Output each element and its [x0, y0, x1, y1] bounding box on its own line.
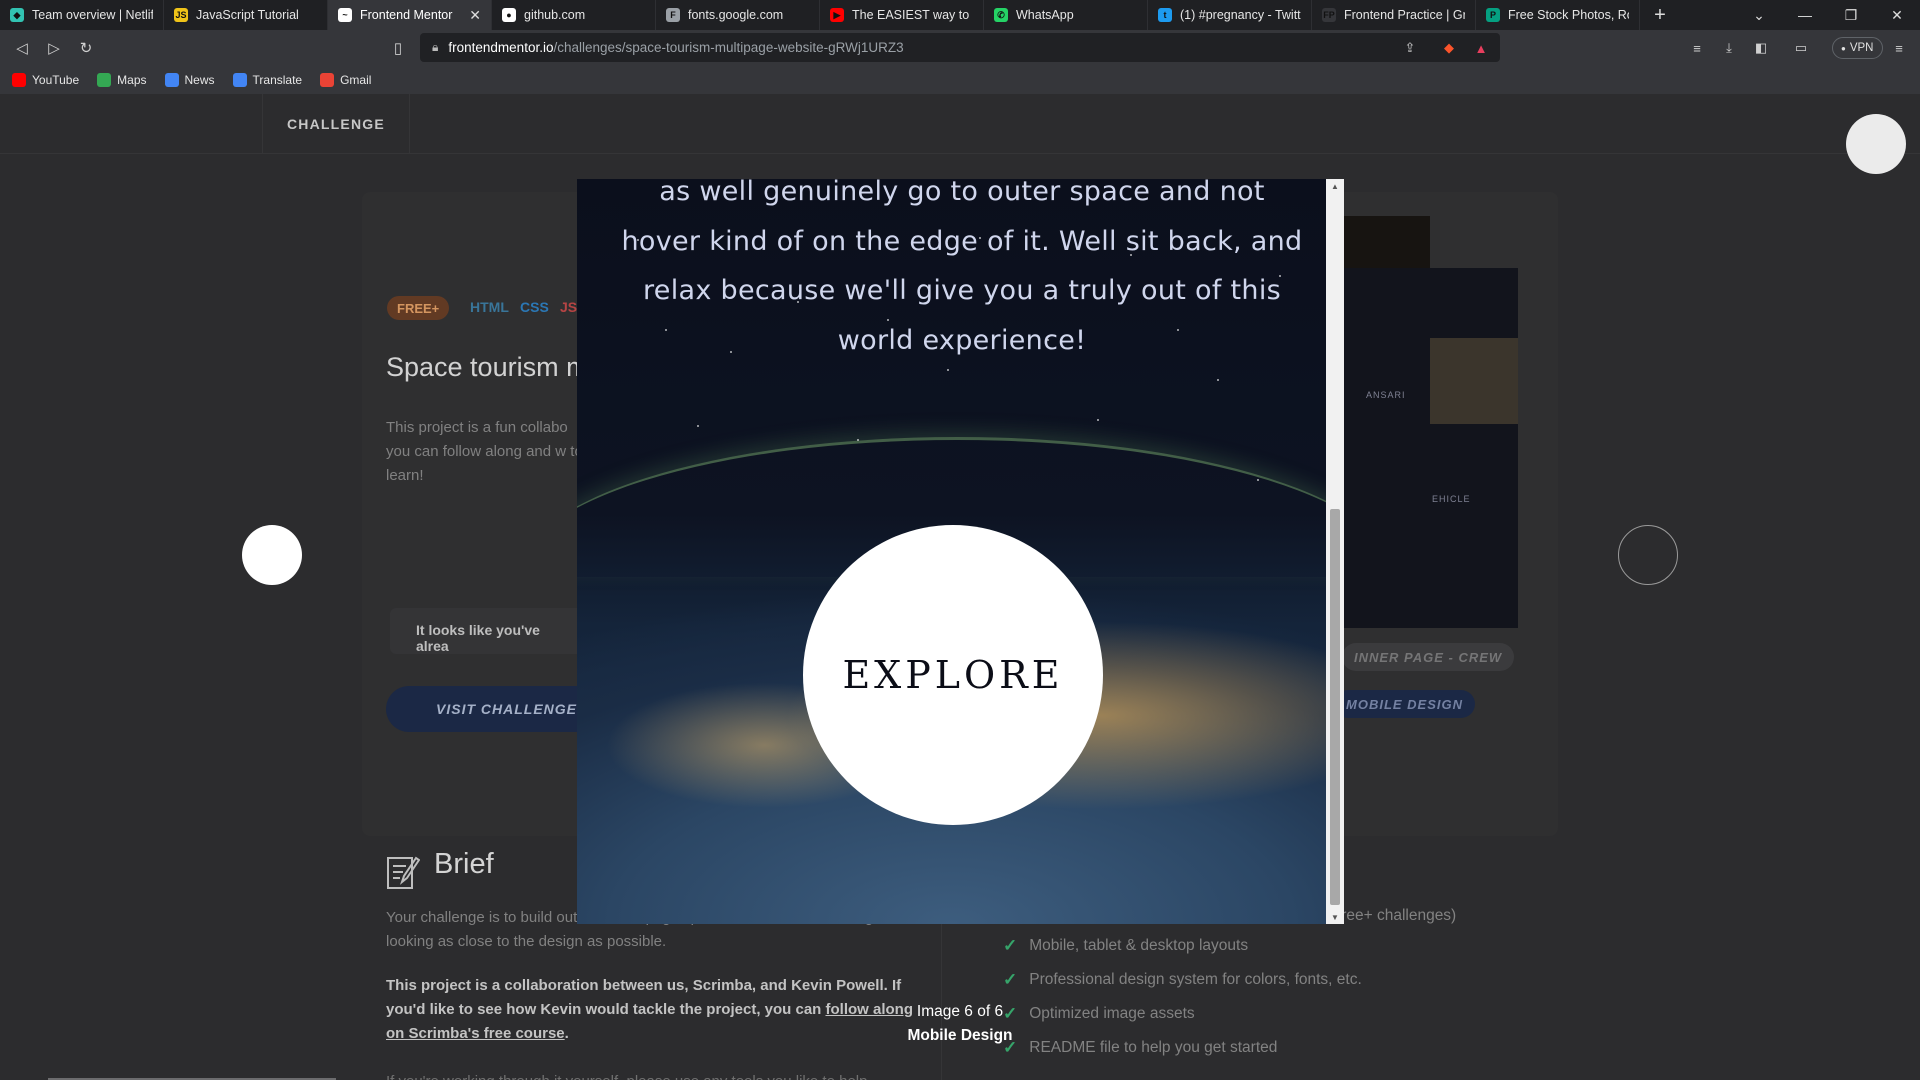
bookmark-favicon-icon — [232, 73, 247, 87]
tab-title: JavaScript Tutorial — [196, 8, 299, 22]
bookmark-label: News — [184, 73, 215, 87]
browser-tab[interactable]: t (1) #pregnancy - Twitter — [1148, 0, 1312, 30]
close-window-button[interactable]: ✕ — [1874, 0, 1920, 30]
reload-icon[interactable]: ↻ — [76, 38, 96, 58]
tab-favicon-icon: P — [1486, 8, 1500, 22]
browser-toolbar: ◁ ▷ ↻ ▯ 🔒︎ frontendmentor.io/challenges/… — [0, 30, 1920, 66]
bookmark-favicon-icon — [12, 73, 26, 87]
share-icon[interactable]: ⇪ — [1401, 39, 1419, 57]
tab-title: Team overview | Netlify — [32, 8, 153, 22]
star — [697, 425, 699, 427]
star — [1097, 419, 1099, 421]
bookmark-label: Translate — [252, 73, 303, 87]
browser-tab[interactable]: P Free Stock Photos, Roya — [1476, 0, 1640, 30]
tab-favicon-icon: ✆ — [994, 8, 1008, 22]
scroll-up-icon[interactable]: ▲ — [1326, 179, 1344, 193]
lightbox-scrollbar[interactable]: ▲ ▼ — [1326, 179, 1344, 924]
bookmark-item[interactable]: Translate — [232, 73, 303, 87]
tab-favicon-icon: F — [666, 8, 680, 22]
tab-title: The EASIEST way to get — [852, 8, 973, 22]
download-icon[interactable]: ⤓ — [1720, 39, 1738, 57]
tab-title: Frontend Mentor | S — [360, 8, 457, 22]
star — [1217, 379, 1219, 381]
browser-tab[interactable]: ✆ WhatsApp — [984, 0, 1148, 30]
tab-favicon-icon: t — [1158, 8, 1172, 22]
browser-tab[interactable]: FP Frontend Practice | Gras — [1312, 0, 1476, 30]
close-tab-icon[interactable]: ✕ — [469, 7, 481, 24]
brave-rewards-icon[interactable]: ▲ — [1472, 39, 1490, 57]
bookmark-item[interactable]: Gmail — [320, 73, 371, 87]
tab-favicon-icon: ~ — [338, 8, 352, 22]
url-path: /challenges/space-tourism-multipage-webs… — [553, 40, 904, 55]
tab-title: Frontend Practice | Gras — [1344, 8, 1465, 22]
browser-tab[interactable]: Ffonts.google.com — [656, 0, 820, 30]
tab-search-icon[interactable]: ⌄ — [1736, 0, 1782, 30]
new-tab-button[interactable]: + — [1640, 0, 1680, 30]
browser-tab[interactable]: ◆ Team overview | Netlify — [0, 0, 164, 30]
lightbox-prev-button[interactable] — [242, 525, 302, 585]
bookmark-label: Maps — [117, 73, 147, 87]
browser-tab[interactable]: ~ Frontend Mentor | S ✕ — [328, 0, 492, 30]
star — [857, 439, 859, 441]
bookmark-label: YouTube — [32, 73, 80, 87]
tab-favicon-icon: ● — [502, 8, 516, 22]
bookmark-item[interactable]: Maps — [97, 73, 147, 87]
browser-tab[interactable]: ● github.com — [492, 0, 656, 30]
browser-tab-strip: ◆ Team overview | Netlify JS JavaScript Tut… — [0, 0, 1920, 30]
image-title: Mobile Design — [907, 1027, 1013, 1044]
lightbox-overlay[interactable]: as well genuinely go to outer space and … — [0, 94, 1920, 1080]
star — [1257, 479, 1259, 481]
bookmark-icon[interactable]: ▯ — [388, 38, 408, 58]
bookmark-favicon-icon — [97, 73, 112, 87]
star — [947, 369, 949, 371]
tab-title: WhatsApp — [1016, 8, 1074, 22]
lightbox-next-button[interactable] — [1618, 525, 1678, 585]
bookmark-favicon-icon — [164, 73, 179, 87]
tab-list: ◆ Team overview | Netlify JS JavaScript Tut… — [0, 0, 1640, 30]
tab-favicon-icon: JS — [174, 8, 188, 22]
scroll-down-icon[interactable]: ▼ — [1326, 910, 1344, 924]
url-host: frontendmentor.io — [448, 40, 554, 55]
lock-icon: 🔒︎ — [432, 40, 439, 54]
vpn-button[interactable]: ● VPN — [1832, 37, 1883, 59]
restore-button[interactable]: ❐ — [1828, 0, 1874, 30]
bookmark-favicon-icon — [320, 73, 335, 87]
browser-tab[interactable]: JS JavaScript Tutorial — [164, 0, 328, 30]
tab-title: fonts.google.com — [688, 8, 784, 22]
vpn-label: VPN — [1849, 42, 1874, 54]
back-icon[interactable]: ◁ — [12, 38, 32, 58]
tab-favicon-icon: ◆ — [10, 8, 24, 22]
forward-icon[interactable]: ▷ — [44, 38, 64, 58]
menu-icon[interactable]: ≡ — [1890, 39, 1908, 57]
bookmark-label: Gmail — [340, 73, 372, 87]
explore-button[interactable]: EXPLORE — [803, 525, 1103, 825]
tab-title: Free Stock Photos, Roya — [1508, 8, 1629, 22]
tab-title: (1) #pregnancy - Twitter — [1180, 8, 1301, 22]
lightbox-image: as well genuinely go to outer space and … — [577, 179, 1326, 924]
tab-favicon-icon: ▶ — [830, 8, 844, 22]
reading-list-icon[interactable]: ≡ — [1688, 39, 1706, 57]
minimize-button[interactable]: — — [1782, 0, 1828, 30]
scrollbar-thumb[interactable] — [1330, 509, 1340, 905]
tab-title: github.com — [524, 8, 586, 22]
bookmark-item[interactable]: News — [164, 73, 215, 87]
brave-shield-icon[interactable]: ◆ — [1440, 39, 1458, 57]
image-counter: Image 6 of 6 — [916, 1003, 1004, 1020]
lightbox-caption: Image 6 of 6 Mobile Design — [860, 1000, 1060, 1048]
browser-tab[interactable]: ▶ The EASIEST way to get — [820, 0, 984, 30]
slide-body-text: as well genuinely go to outer space and … — [621, 179, 1303, 356]
bookmarks-bar: YouTube Maps News Translate Gmail — [0, 66, 1920, 94]
sidebar-icon[interactable]: ◧ — [1752, 39, 1770, 57]
bookmark-item[interactable]: YouTube — [12, 73, 79, 87]
tab-favicon-icon: FP — [1322, 8, 1336, 22]
wallet-icon[interactable]: ▭ — [1792, 39, 1810, 57]
address-bar[interactable]: 🔒︎ frontendmentor.io/challenges/space-to… — [420, 33, 1500, 62]
